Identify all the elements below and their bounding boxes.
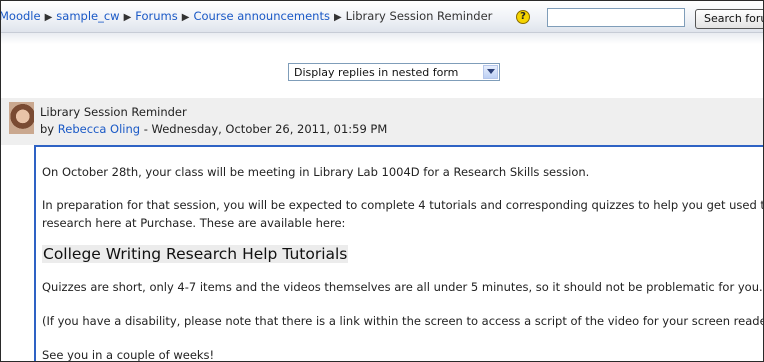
post-subject: Library Session Reminder [40, 105, 187, 119]
post-byline: by Rebecca Oling - Wednesday, October 26… [40, 122, 387, 136]
navbar-shadow [1, 33, 763, 44]
byline-prefix: by [40, 122, 55, 136]
post-paragraph: See you in a couple of weeks! [42, 348, 215, 362]
breadcrumb-current: Library Session Reminder [345, 9, 493, 23]
avatar[interactable] [9, 102, 34, 134]
breadcrumb-separator-icon: ▶ [333, 12, 342, 23]
breadcrumb-separator-icon: ▶ [181, 12, 190, 23]
author-link[interactable]: Rebecca Oling [58, 122, 140, 136]
breadcrumb-separator-icon: ▶ [44, 12, 53, 23]
post-paragraph: In preparation for that session, you wil… [42, 198, 764, 212]
display-mode-selected: Display replies in nested form [294, 66, 459, 79]
search-forums-button[interactable]: Search forums [695, 9, 763, 29]
breadcrumb-course-link[interactable]: sample_cw [56, 9, 119, 23]
post-paragraph: (If you have a disability, please note t… [42, 314, 764, 328]
forum-post-window: Moodle ▶ sample_cw ▶ Forums ▶ Course announcem… [0, 0, 764, 362]
chevron-down-icon[interactable] [483, 65, 498, 79]
breadcrumb-moodle-link[interactable]: Moodle [1, 9, 41, 23]
help-icon[interactable]: ? [516, 10, 530, 24]
breadcrumb-forum-link[interactable]: Course announcements [193, 9, 330, 23]
post-paragraph: Quizzes are short, only 4-7 items and th… [42, 280, 763, 294]
breadcrumb-separator-icon: ▶ [123, 12, 132, 23]
tutorials-heading: College Writing Research Help Tutorials [42, 245, 349, 263]
display-mode-select[interactable]: Display replies in nested form [288, 63, 500, 81]
search-forums-input[interactable] [547, 8, 685, 27]
post-date: - Wednesday, October 26, 2011, 01:59 PM [140, 122, 388, 136]
post-content: On October 28th, your class will be meet… [34, 145, 764, 362]
navigation-bar: Moodle ▶ sample_cw ▶ Forums ▶ Course announcem… [1, 1, 763, 33]
post-paragraph: On October 28th, your class will be meet… [42, 165, 590, 179]
breadcrumb-forums-link[interactable]: Forums [135, 9, 177, 23]
breadcrumb: Moodle ▶ sample_cw ▶ Forums ▶ Course announcem… [1, 9, 493, 23]
post-paragraph: research here at Purchase. These are ava… [42, 216, 346, 230]
